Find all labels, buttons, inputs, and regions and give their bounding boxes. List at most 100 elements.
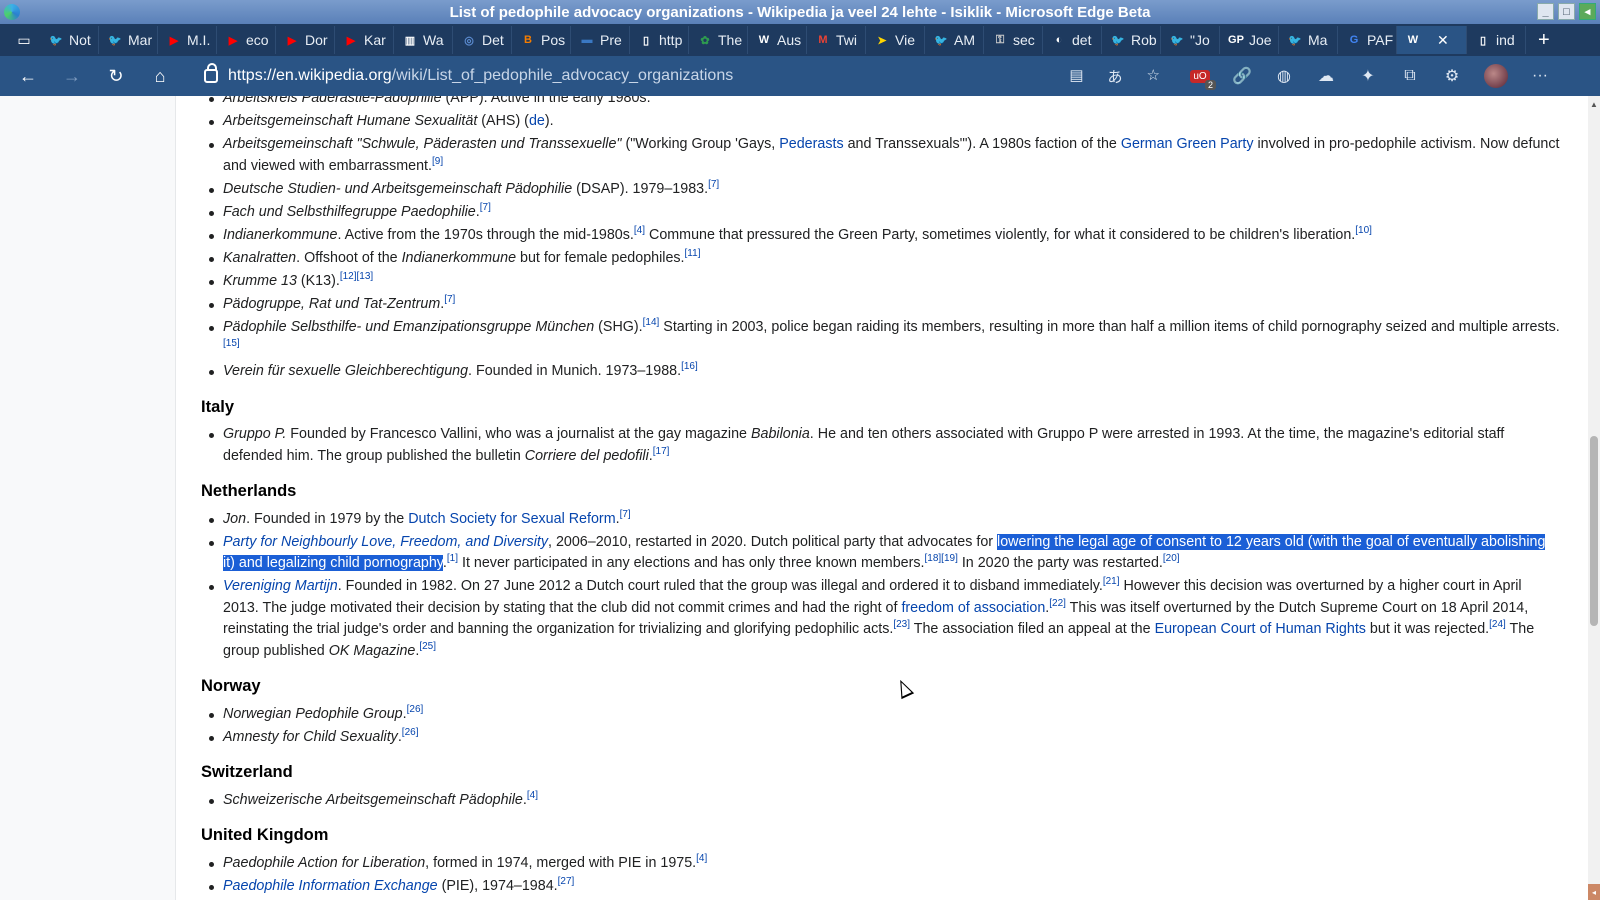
scrollbar-thumb[interactable] (1590, 436, 1598, 626)
home-button[interactable]: ⌂ (138, 56, 182, 96)
list-item: Arbeitskreis Päderastie-Pädophilie (APP)… (201, 96, 1561, 110)
tab-label: Dor (305, 32, 328, 48)
browser-tab[interactable]: ▥ Wa (394, 26, 453, 54)
citation-link[interactable]: [23] (893, 619, 910, 630)
refresh-button[interactable]: ↻ (94, 56, 138, 96)
browser-tab[interactable]: W ✕ (1397, 26, 1467, 54)
browser-tab[interactable]: ▶ M.I. (158, 26, 217, 54)
address-bar[interactable]: https://en.wikipedia.org/wiki/List_of_pe… (190, 60, 1180, 92)
twitter-icon: 🐦 (108, 34, 122, 47)
ublock-icon[interactable]: uO 2 (1190, 66, 1216, 90)
plain-text: The association filed an appeal at the (910, 621, 1155, 637)
browser-tab[interactable]: ◐ det (1043, 26, 1102, 54)
cloud-icon[interactable]: ☁ (1316, 66, 1336, 86)
citation-link[interactable]: [20] (1163, 553, 1180, 564)
wiki-link[interactable]: Party for Neighbourly Love, Freedom, and… (223, 534, 548, 550)
browser-tab[interactable]: B Pos (512, 26, 571, 54)
link-icon[interactable]: 🔗 (1232, 66, 1252, 86)
citation-link[interactable]: [7] (480, 202, 491, 213)
citation-link[interactable]: [21] (1103, 576, 1120, 587)
wiki-link[interactable]: Pederasts (779, 136, 843, 152)
citation-link[interactable]: [25] (419, 641, 436, 652)
forward-button[interactable]: → (50, 56, 94, 96)
tab-actions-button[interactable]: ▭ (8, 27, 40, 53)
section-list: Jon. Founded in 1979 by the Dutch Societ… (201, 509, 1561, 663)
lock-icon[interactable] (204, 63, 218, 83)
browser-tab[interactable]: 🐦 Rob (1102, 26, 1161, 54)
citation-link[interactable]: [27] (558, 876, 575, 887)
vertical-scrollbar[interactable]: ▲ ◂ (1588, 96, 1600, 900)
maximize-button[interactable]: □ (1558, 3, 1575, 20)
browser-tab[interactable]: ▯ http (630, 26, 689, 54)
citation-link[interactable]: [17] (653, 446, 670, 457)
citation-link[interactable]: [15] (223, 338, 240, 349)
browser-tab[interactable]: W Aus (748, 26, 807, 54)
extensions-puzzle-icon[interactable]: ✦ (1358, 66, 1378, 86)
browser-tab[interactable]: ◎ Det (453, 26, 512, 54)
citation-link[interactable]: [1] (447, 553, 458, 564)
browser-tab[interactable]: ➤ Vie (866, 26, 925, 54)
browser-tab[interactable]: ▬ Pre (571, 26, 630, 54)
wiki-link[interactable]: de (529, 113, 545, 129)
citation-link[interactable]: [26] (402, 727, 419, 738)
back-button[interactable]: ← (6, 56, 50, 96)
citation-link[interactable]: [4] (527, 790, 538, 801)
citation-link[interactable]: [4] (634, 225, 645, 236)
wiki-link[interactable]: Dutch Society for Sexual Reform (408, 511, 615, 527)
browser-tab[interactable]: ▶ Kar (335, 26, 394, 54)
list-item: Norwegian Pedophile Group.[26] (201, 704, 1561, 726)
collections-icon[interactable]: ⧉ (1400, 66, 1420, 86)
browser-tab[interactable]: 🐦 Ma (1279, 26, 1338, 54)
citation-link[interactable]: [10] (1355, 225, 1372, 236)
browser-tab[interactable]: ⚿ sec (984, 26, 1043, 54)
wiki-link[interactable]: European Court of Human Rights (1155, 621, 1366, 637)
extension-shield-icon[interactable]: ◍ (1274, 66, 1294, 86)
citation-link[interactable]: [14] (643, 317, 660, 328)
citation-link[interactable]: [26] (407, 704, 424, 715)
browser-tab[interactable]: 🐦 AM (925, 26, 984, 54)
browser-tab[interactable]: 🐦 Not (40, 26, 99, 54)
citation-link[interactable]: [7] (444, 294, 455, 305)
browser-tab[interactable]: 🐦 Mar (99, 26, 158, 54)
url-text[interactable]: https://en.wikipedia.org/wiki/List_of_pe… (228, 67, 733, 85)
citation-link[interactable]: [22] (1049, 598, 1066, 609)
list-item: Deutsche Studien- und Arbeitsgemeinschaf… (201, 179, 1561, 201)
wiki-link[interactable]: Paedophile Information Exchange (223, 878, 438, 894)
new-tab-button[interactable]: + (1538, 29, 1550, 52)
browser-tab[interactable]: ▶ eco (217, 26, 276, 54)
wiki-link[interactable]: German Green Party (1121, 136, 1254, 152)
browser-tab[interactable]: ▯ ind (1467, 26, 1526, 54)
side-panel-button[interactable]: ◂ (1579, 3, 1596, 20)
minimize-button[interactable]: _ (1537, 3, 1554, 20)
profile-avatar[interactable] (1484, 64, 1508, 88)
browser-tab[interactable]: M Twi (807, 26, 866, 54)
wiki-link[interactable]: freedom of association (901, 600, 1045, 616)
browser-tab[interactable]: ✿ The (689, 26, 748, 54)
citation-link[interactable]: [4] (696, 853, 707, 864)
browser-tab[interactable]: ▶ Dor (276, 26, 335, 54)
citation-link[interactable]: [9] (432, 156, 443, 167)
reader-view-icon[interactable]: ▤ (1069, 66, 1083, 87)
italic-text: Pädogruppe, Rat und Tat-Zentrum (223, 295, 441, 312)
citation-link[interactable]: [16] (681, 361, 698, 372)
citation-link[interactable]: [24] (1489, 619, 1506, 630)
citation-link[interactable]: [12][13] (340, 271, 373, 282)
wiki-link[interactable]: Vereniging Martijn (223, 578, 338, 594)
citation-link[interactable]: [7] (708, 179, 719, 190)
citation-link[interactable]: [18][19] (925, 553, 958, 564)
citation-link[interactable]: [11] (685, 248, 701, 259)
add-favorite-icon[interactable]: ☆ (1147, 66, 1160, 87)
scroll-up-arrow[interactable]: ▲ (1588, 96, 1600, 112)
translate-icon[interactable]: あ (1108, 66, 1123, 87)
plain-text: In 2020 the party was restarted. (957, 555, 1163, 571)
scroll-down-arrow[interactable]: ◂ (1588, 884, 1600, 900)
browser-tab[interactable]: G PAF (1338, 26, 1397, 54)
browser-tab[interactable]: GP Joe (1220, 26, 1279, 54)
citation-link[interactable]: [7] (620, 509, 631, 520)
close-tab-icon[interactable]: ✕ (1437, 32, 1449, 49)
profile-sync-icon[interactable]: ⚙ (1442, 66, 1462, 86)
more-menu-icon[interactable]: ··· (1530, 66, 1550, 86)
twitter-icon: 🐦 (934, 34, 948, 47)
browser-tab[interactable]: 🐦 "Jo (1161, 26, 1220, 54)
tab-label: Ma (1308, 32, 1328, 48)
